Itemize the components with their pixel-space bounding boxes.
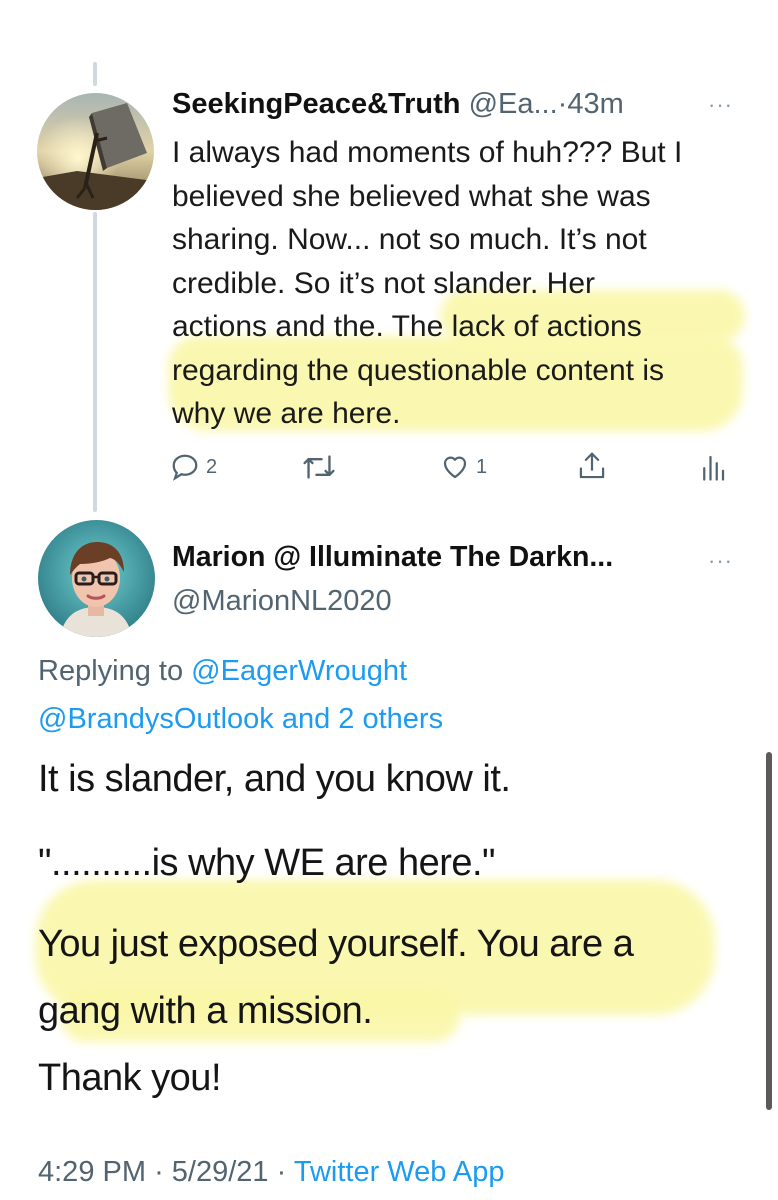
scrollbar[interactable]	[766, 752, 772, 1110]
tweet-timestamp: 4:29 PM · 5/29/21 · Twitter Web App	[38, 1156, 504, 1189]
separator: ·	[557, 88, 568, 120]
tweet-line: gang with a mission.	[38, 990, 373, 1032]
reply-mention-link[interactable]: @BrandysOutlook	[38, 703, 274, 735]
analytics-button[interactable]	[700, 452, 726, 482]
thread-line-top	[93, 62, 97, 86]
avatar[interactable]	[38, 520, 155, 637]
tweet-line: regarding the questionable content is	[172, 353, 665, 387]
replying-label: Replying to	[38, 655, 184, 687]
reply-button[interactable]: 2	[170, 452, 217, 482]
like-count: 1	[476, 455, 488, 478]
replying-to: Replying to @EagerWrought	[38, 655, 407, 688]
like-button[interactable]: 1	[440, 452, 487, 482]
tweet-line: why we are here.	[172, 397, 401, 430]
tweet-text: I always had moments of huh??? But I bel…	[172, 131, 752, 436]
analytics-icon	[703, 455, 725, 481]
retweet-icon	[303, 455, 335, 479]
user-handle[interactable]: @MarionNL2020	[172, 585, 392, 618]
tweet-line: It is slander, and you know it.	[38, 758, 511, 800]
reply-others-link[interactable]: and 2 others	[282, 703, 443, 735]
more-icon[interactable]: ···	[708, 92, 733, 118]
display-name[interactable]: Marion @ Illuminate The Darkn...	[172, 541, 613, 574]
tweet-line: You just exposed yourself. You are a	[38, 923, 634, 965]
replying-to-continued: @BrandysOutlook and 2 others	[38, 703, 443, 736]
tweet-line: Thank you!	[38, 1057, 222, 1099]
retweet-button[interactable]	[302, 452, 342, 482]
tweet-line: actions and the. The lack of actions	[172, 310, 642, 343]
reply-mention-link[interactable]: @EagerWrought	[191, 655, 407, 687]
share-button[interactable]	[577, 450, 607, 482]
user-handle[interactable]: @Ea...	[469, 88, 558, 120]
tweet-time[interactable]: 4:29 PM	[38, 1156, 146, 1188]
tweet-time[interactable]: 43m	[567, 88, 623, 120]
separator: ·	[276, 1156, 287, 1188]
tweet-line: believed she believed what she was	[172, 179, 651, 213]
reply-count: 2	[206, 455, 218, 478]
avatar[interactable]	[37, 93, 154, 210]
display-name[interactable]: SeekingPeace&Truth	[172, 88, 461, 120]
thread-line	[93, 212, 97, 512]
more-icon[interactable]: ···	[708, 548, 733, 574]
tweet-line: I always had moments of huh??? But I	[172, 136, 683, 169]
share-icon	[579, 452, 605, 479]
tweet-line: "..........is why WE are here."	[38, 842, 496, 884]
tweet-line: credible. So it’s not slander. Her	[172, 266, 596, 300]
source-app-link[interactable]: Twitter Web App	[294, 1156, 505, 1188]
tweet-line: sharing. Now... not so much. It’s not	[172, 223, 647, 256]
reply-icon	[172, 454, 198, 481]
tweet-date[interactable]: 5/29/21	[172, 1156, 269, 1188]
tweet-header: SeekingPeace&Truth @Ea...·43m	[172, 88, 624, 121]
separator: ·	[154, 1156, 164, 1188]
like-icon	[443, 456, 467, 479]
